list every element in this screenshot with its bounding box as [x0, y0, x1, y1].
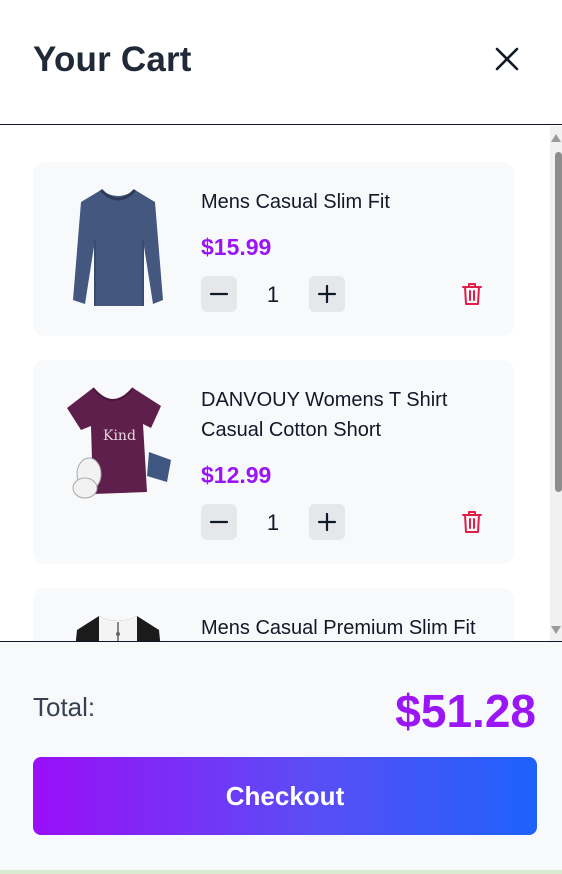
item-name: Mens Casual Slim Fit: [201, 191, 390, 213]
scrollbar[interactable]: [550, 126, 562, 641]
page-title: Your Cart: [33, 40, 192, 79]
decrease-quantity-button[interactable]: [201, 276, 237, 312]
plus-icon: [317, 512, 337, 532]
quantity-value: 1: [266, 510, 280, 535]
svg-text:Kind: Kind: [103, 428, 136, 444]
item-price: $15.99: [201, 234, 272, 260]
plus-icon: [317, 284, 337, 304]
scroll-up-arrow-icon[interactable]: [550, 132, 562, 144]
checkout-button[interactable]: Checkout: [33, 757, 537, 835]
cart-footer: Total: $51.28 Checkout: [0, 641, 562, 874]
quantity-value: 1: [266, 282, 280, 307]
item-name: Mens Casual Premium Slim Fit: [201, 617, 476, 639]
scroll-thumb[interactable]: [555, 152, 562, 492]
cart-item: Mens Casual Slim Fit $15.99 1: [33, 162, 514, 336]
product-image: [73, 188, 163, 306]
close-icon: [495, 47, 519, 71]
remove-item-button[interactable]: [460, 281, 484, 307]
minus-icon: [209, 292, 229, 296]
total-value: $51.28: [395, 685, 536, 737]
item-price: $12.99: [201, 462, 272, 488]
trash-icon: [462, 511, 482, 533]
increase-quantity-button[interactable]: [309, 504, 345, 540]
minus-icon: [209, 520, 229, 524]
cart-header: Your Cart: [0, 0, 562, 125]
item-name: DANVOUY Womens T Shirt Casual Cotton Sho…: [201, 389, 448, 441]
total-label: Total:: [33, 692, 96, 722]
cart-item: Kind DANVOUY Womens T Shirt Casual Cotto…: [33, 360, 514, 564]
product-image: [75, 616, 161, 641]
product-image: Kind: [67, 387, 171, 499]
increase-quantity-button[interactable]: [309, 276, 345, 312]
trash-icon: [462, 283, 482, 305]
cart-items-list[interactable]: Mens Casual Slim Fit $15.99 1 Kind DANVO…: [0, 126, 562, 641]
scroll-down-arrow-icon[interactable]: [550, 624, 562, 636]
close-button[interactable]: [491, 43, 523, 75]
bottom-divider: [0, 870, 562, 874]
decrease-quantity-button[interactable]: [201, 504, 237, 540]
cart-item: Mens Casual Premium Slim Fit: [33, 588, 514, 641]
remove-item-button[interactable]: [460, 509, 484, 535]
